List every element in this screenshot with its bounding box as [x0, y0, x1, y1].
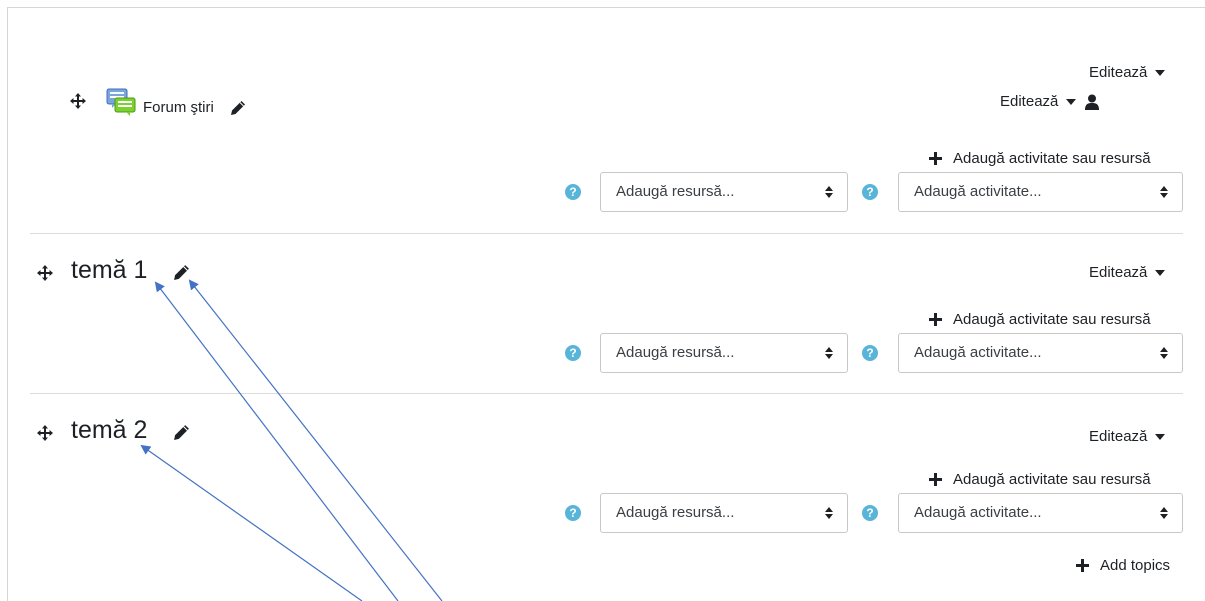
- help-icon[interactable]: ?: [565, 345, 581, 361]
- sort-arrows-icon: [1160, 186, 1168, 198]
- select-value: Adaugă resursă...: [616, 183, 735, 200]
- caret-down-icon: [1155, 433, 1166, 440]
- add-resource-select[interactable]: Adaugă resursă...: [600, 172, 848, 212]
- pencil-icon[interactable]: [230, 100, 246, 116]
- forum-activity-edit-menu[interactable]: Editează: [1000, 93, 1100, 110]
- add-activity-resource-label: Adaugă activitate sau resursă: [953, 311, 1151, 328]
- add-topics-label: Add topics: [1100, 557, 1171, 574]
- select-value: Adaugă resursă...: [616, 344, 735, 361]
- edit-menu-label: Editează: [1089, 428, 1148, 445]
- edit-menu-label: Editează: [1000, 93, 1059, 110]
- move-icon[interactable]: [69, 92, 87, 110]
- plus-icon: [929, 152, 942, 165]
- help-icon[interactable]: ?: [862, 345, 878, 361]
- add-resource-select[interactable]: Adaugă resursă...: [600, 493, 848, 533]
- section-title[interactable]: temă 1: [71, 256, 147, 285]
- user-icon: [1085, 94, 1100, 110]
- select-value: Adaugă resursă...: [616, 504, 735, 521]
- frame-top-border: [7, 7, 1205, 8]
- add-activity-resource-link[interactable]: Adaugă activitate sau resursă: [929, 150, 1151, 167]
- annotation-arrow: [140, 444, 363, 601]
- course-page: Editează Forum ştiri Editează Adaugă act…: [0, 0, 1205, 601]
- annotation-arrow: [154, 281, 399, 601]
- section-edit-menu[interactable]: Editează: [1089, 264, 1166, 281]
- general-section-edit-menu[interactable]: Editează: [1089, 64, 1166, 81]
- section-title[interactable]: temă 2: [71, 416, 147, 445]
- add-topics-link[interactable]: Add topics: [1076, 557, 1170, 574]
- add-resource-select[interactable]: Adaugă resursă...: [600, 333, 848, 373]
- sort-arrows-icon: [825, 186, 833, 198]
- add-activity-resource-link[interactable]: Adaugă activitate sau resursă: [929, 311, 1151, 328]
- frame-left-border: [7, 7, 8, 601]
- annotation-arrow: [188, 279, 443, 601]
- help-icon[interactable]: ?: [565, 184, 581, 200]
- caret-down-icon: [1066, 98, 1077, 105]
- sort-arrows-icon: [825, 347, 833, 359]
- sort-arrows-icon: [1160, 507, 1168, 519]
- add-activity-resource-link[interactable]: Adaugă activitate sau resursă: [929, 471, 1151, 488]
- pencil-icon[interactable]: [173, 264, 190, 281]
- section-divider: [30, 233, 1183, 234]
- move-icon[interactable]: [36, 424, 54, 442]
- caret-down-icon: [1155, 69, 1166, 76]
- forum-activity-link[interactable]: Forum ştiri: [143, 99, 214, 116]
- section-edit-menu[interactable]: Editează: [1089, 428, 1166, 445]
- select-value: Adaugă activitate...: [914, 344, 1042, 361]
- add-activity-select[interactable]: Adaugă activitate...: [898, 333, 1183, 373]
- move-icon[interactable]: [36, 264, 54, 282]
- plus-icon: [929, 473, 942, 486]
- sort-arrows-icon: [825, 507, 833, 519]
- help-icon[interactable]: ?: [862, 184, 878, 200]
- edit-menu-label: Editează: [1089, 264, 1148, 281]
- select-value: Adaugă activitate...: [914, 183, 1042, 200]
- add-activity-select[interactable]: Adaugă activitate...: [898, 493, 1183, 533]
- help-icon[interactable]: ?: [565, 505, 581, 521]
- edit-menu-label: Editează: [1089, 64, 1148, 81]
- sort-arrows-icon: [1160, 347, 1168, 359]
- add-activity-select[interactable]: Adaugă activitate...: [898, 172, 1183, 212]
- add-activity-resource-label: Adaugă activitate sau resursă: [953, 471, 1151, 488]
- pencil-icon[interactable]: [173, 424, 190, 441]
- help-icon[interactable]: ?: [862, 505, 878, 521]
- select-value: Adaugă activitate...: [914, 504, 1042, 521]
- plus-icon: [929, 313, 942, 326]
- caret-down-icon: [1155, 269, 1166, 276]
- plus-icon: [1076, 559, 1089, 572]
- forum-icon: [106, 88, 136, 123]
- section-divider: [30, 393, 1183, 394]
- add-activity-resource-label: Adaugă activitate sau resursă: [953, 150, 1151, 167]
